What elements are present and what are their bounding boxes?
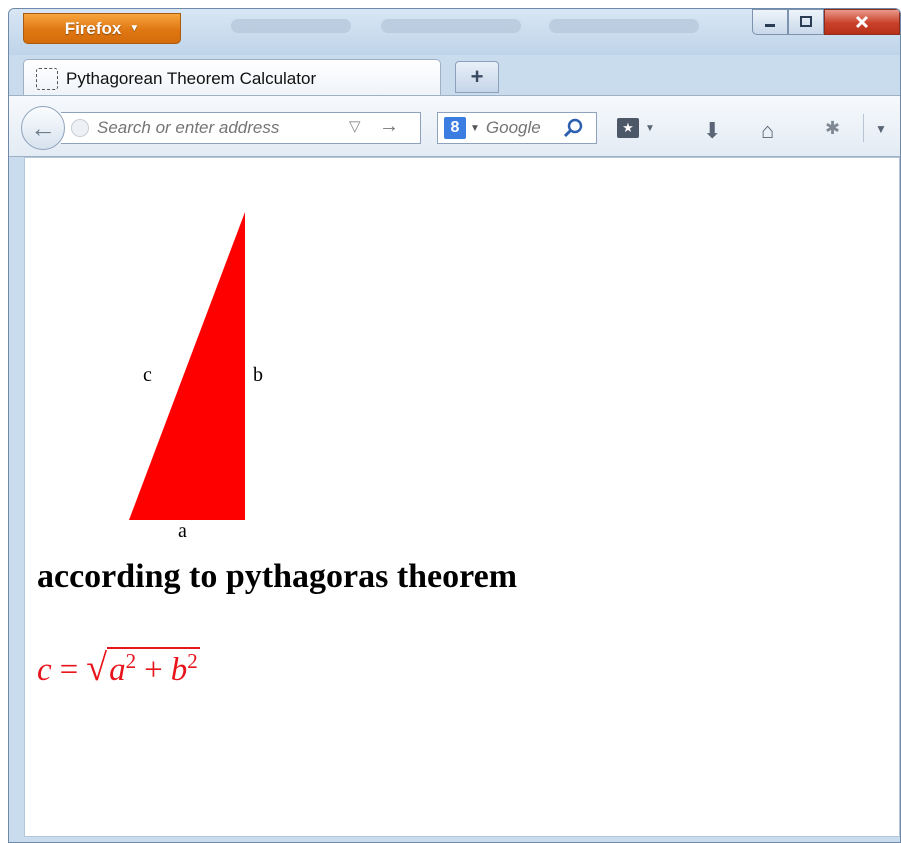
window-controls [752,9,900,35]
pythagoras-formula: c = √ a2 + b2 [37,646,200,690]
downloads-button[interactable]: ⬇ [703,118,721,144]
site-identity-icon[interactable] [71,119,89,137]
tab-strip: Pythagorean Theorem Calculator + [9,55,900,97]
blurred-background-window [381,19,521,33]
blurred-background-window [549,19,699,33]
formula-plus: + [144,652,163,688]
chevron-down-icon: ▼ [129,23,140,34]
page-favicon-icon [36,67,58,90]
formula-radicand: a2 + b2 [107,647,200,689]
side-label-a: a [178,520,187,542]
back-button[interactable]: ← [21,106,65,150]
formula-a: a [109,652,126,688]
home-button[interactable]: ⌂ [761,118,774,144]
firefox-menu-label: Firefox [64,18,122,38]
formula-b: b [170,652,188,688]
plus-icon: + [470,64,484,89]
download-arrow-icon: ⬇ [703,118,722,143]
chevron-down-icon[interactable]: ▼ [470,123,480,134]
minimize-button[interactable] [752,9,788,35]
bookmark-star-icon: ★ [617,118,639,138]
formula-equals: = [59,652,79,688]
formula-lhs: c [37,652,52,688]
maximize-button[interactable] [788,9,824,35]
search-engine-icon[interactable]: 8 [444,117,466,139]
side-label-b: b [253,364,263,386]
blurred-background-window [231,19,351,33]
back-arrow-icon: ← [30,112,56,143]
page-content: c b a according to pythagoras theorem c … [24,157,900,837]
address-bar[interactable]: ▽ → [61,112,421,144]
tab-pythagorean-calculator[interactable]: Pythagorean Theorem Calculator [23,59,441,97]
history-dropdown-icon[interactable]: ▽ [349,117,361,135]
close-button[interactable] [824,9,900,35]
home-icon: ⌂ [761,118,775,143]
toolbar-separator [863,114,864,142]
formula-b-exponent: 2 [187,649,198,673]
chevron-down-icon: ▼ [645,122,655,134]
close-icon [855,15,869,29]
address-input[interactable] [97,118,317,138]
bookmarks-button[interactable]: ★ ▼ [617,118,655,138]
addon-button[interactable]: ✱ [825,118,840,139]
title-bar[interactable]: Firefox ▼ [9,9,900,55]
browser-window: Firefox ▼ Pythagorean Theorem Calculator… [8,8,901,843]
maximize-icon [800,16,812,27]
search-icon[interactable] [562,117,584,139]
square-root-sign: √ [86,647,108,689]
firefox-menu-button[interactable]: Firefox ▼ [23,13,181,44]
minimize-icon [765,24,775,27]
formula-a-exponent: 2 [125,649,137,673]
search-input[interactable] [485,118,560,138]
chevron-down-icon: ▼ [875,122,887,136]
search-bar[interactable]: 8 ▼ [437,112,597,144]
new-tab-button[interactable]: + [455,61,499,93]
navigation-toolbar: ▽ → ← 8 ▼ ★ ▼ ⬇ ⌂ ✱ ▼ [9,95,900,157]
go-arrow-icon[interactable]: → [379,115,399,138]
tab-title: Pythagorean Theorem Calculator [66,68,317,88]
toolbar-overflow-button[interactable]: ▼ [875,122,887,136]
hypotenuse-label-c: c [143,364,152,386]
addon-icon: ✱ [825,118,841,138]
page-heading: according to pythagoras theorem [37,558,518,595]
